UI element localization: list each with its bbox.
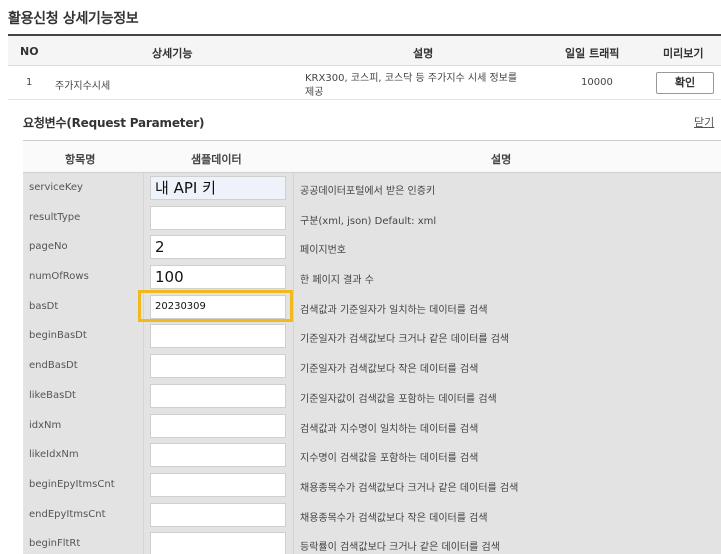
param-row-beginFltRt: beginFltRt 등락률이 검색값보다 크거나 같은 데이터를 검색 [23,529,721,554]
param-name: pageNo [29,241,68,253]
pageNo-input[interactable]: 2 [150,235,286,260]
header-item-name: 항목명 [65,153,96,166]
row-function: 주가지수시세 [55,81,111,92]
param-name: endEpyItmsCnt [29,508,106,520]
function-table: NO 상세기능 설명 일일 트래픽 미리보기 1 주가지수시세 KRX300, … [8,34,721,100]
header-function: 상세기능 [152,47,193,60]
param-name: endBasDt [29,360,78,372]
close-link[interactable]: 닫기 [694,114,714,130]
row-traffic: 10000 [581,77,613,88]
param-row-beginBasDt: beginBasDt 기준일자가 검색값보다 크거나 같은 데이터를 검색 [23,321,721,351]
param-name: numOfRows [29,271,89,283]
likeIdxNm-input[interactable] [150,443,286,468]
param-description: 등락률이 검색값보다 크거나 같은 데이터를 검색 [300,542,500,554]
request-parameter-title: 요청변수(Request Parameter) [23,116,205,130]
likeBasDt-input[interactable] [150,383,286,408]
endEpyItmsCnt-input[interactable] [150,502,286,527]
param-name: beginBasDt [29,330,87,342]
param-row-endBasDt: endBasDt 기준일자가 검색값보다 작은 데이터를 검색 [23,351,721,381]
param-description: 검색값과 지수명이 일치하는 데이터를 검색 [300,423,479,435]
param-description: 페이지번호 [300,245,346,257]
param-description: 기준일자가 검색값보다 작은 데이터를 검색 [300,364,479,376]
param-name: likeBasDt [29,389,76,401]
header-preview: 미리보기 [663,47,704,60]
param-name: beginFltRt [29,538,81,550]
param-row-serviceKey: serviceKey 내 API 키 공공데이터포털에서 받은 인증키 [23,173,721,203]
param-row-pageNo: pageNo 2 페이지번호 [23,232,721,262]
param-description: 공공데이터포털에서 받은 인증키 [300,186,436,197]
param-row-endEpyItmsCnt: endEpyItmsCnt 채용종목수가 검색값보다 작은 데이터를 검색 [23,500,721,530]
param-row-beginEpyItmsCnt: beginEpyItmsCnt 채용종목수가 검색값보다 크거나 같은 데이터를… [23,470,721,500]
param-description: 검색값과 기준일자가 일치하는 데이터를 검색 [300,304,488,316]
row-no: 1 [26,77,33,88]
param-description: 한 페이지 결과 수 [300,275,374,287]
param-description: 채용종목수가 검색값보다 크거나 같은 데이터를 검색 [300,482,519,494]
beginFltRt-input[interactable] [150,532,286,554]
param-name: resultType [29,211,81,223]
beginBasDt-input[interactable] [150,324,286,349]
table-row: 1 주가지수시세 KRX300, 코스피, 코스닥 등 주가지수 시세 정보를 … [8,66,721,100]
param-description: 지수명이 검색값을 포함하는 데이터를 검색 [300,453,479,465]
param-name: basDt [29,300,59,312]
serviceKey-input[interactable]: 내 API 키 [150,176,286,200]
header-param-description: 설명 [491,153,512,166]
param-description: 기준일자값이 검색값을 포함하는 데이터를 검색 [300,393,497,405]
header-description: 설명 [413,47,434,60]
param-name: likeIdxNm [29,449,79,461]
header-no: NO [20,45,39,58]
idxNm-input[interactable] [150,413,286,438]
header-traffic: 일일 트래픽 [565,47,620,60]
param-name: idxNm [29,419,62,431]
param-row-likeBasDt: likeBasDt 기준일자값이 검색값을 포함하는 데이터를 검색 [23,381,721,411]
basDt-input[interactable]: 20230309 [150,294,286,319]
param-description: 채용종목수가 검색값보다 작은 데이터를 검색 [300,512,488,524]
row-description-line2: 제공 [305,87,324,98]
request-parameter-table: 항목명 샘플데이터 설명 serviceKey 내 API 키 공공데이터포털에… [23,140,721,554]
param-row-resultType: resultType 구분(xml, json) Default: xml [23,203,721,233]
param-row-numOfRows: numOfRows 100 한 페이지 결과 수 [23,262,721,292]
confirm-button[interactable]: 확인 [656,72,714,94]
param-name: beginEpyItmsCnt [29,478,115,490]
param-row-likeIdxNm: likeIdxNm 지수명이 검색값을 포함하는 데이터를 검색 [23,440,721,470]
param-name: serviceKey [29,182,83,193]
page-title: 활용신청 상세기능정보 [8,11,139,27]
param-row-idxNm: idxNm 검색값과 지수명이 일치하는 데이터를 검색 [23,411,721,441]
row-description-line1: KRX300, 코스피, 코스닥 등 주가지수 시세 정보를 [305,73,518,84]
param-table-header: 항목명 샘플데이터 설명 [23,141,721,173]
numOfRows-input[interactable]: 100 [150,265,286,290]
header-sample-data: 샘플데이터 [191,153,242,166]
param-row-basDt: basDt 20230309 검색값과 기준일자가 일치하는 데이터를 검색 [23,292,721,322]
param-description: 기준일자가 검색값보다 크거나 같은 데이터를 검색 [300,334,510,346]
beginEpyItmsCnt-input[interactable] [150,472,286,497]
function-table-header: NO 상세기능 설명 일일 트래픽 미리보기 [8,36,721,66]
resultType-input[interactable] [150,205,286,230]
endBasDt-input[interactable] [150,354,286,379]
param-description: 구분(xml, json) Default: xml [300,215,437,227]
